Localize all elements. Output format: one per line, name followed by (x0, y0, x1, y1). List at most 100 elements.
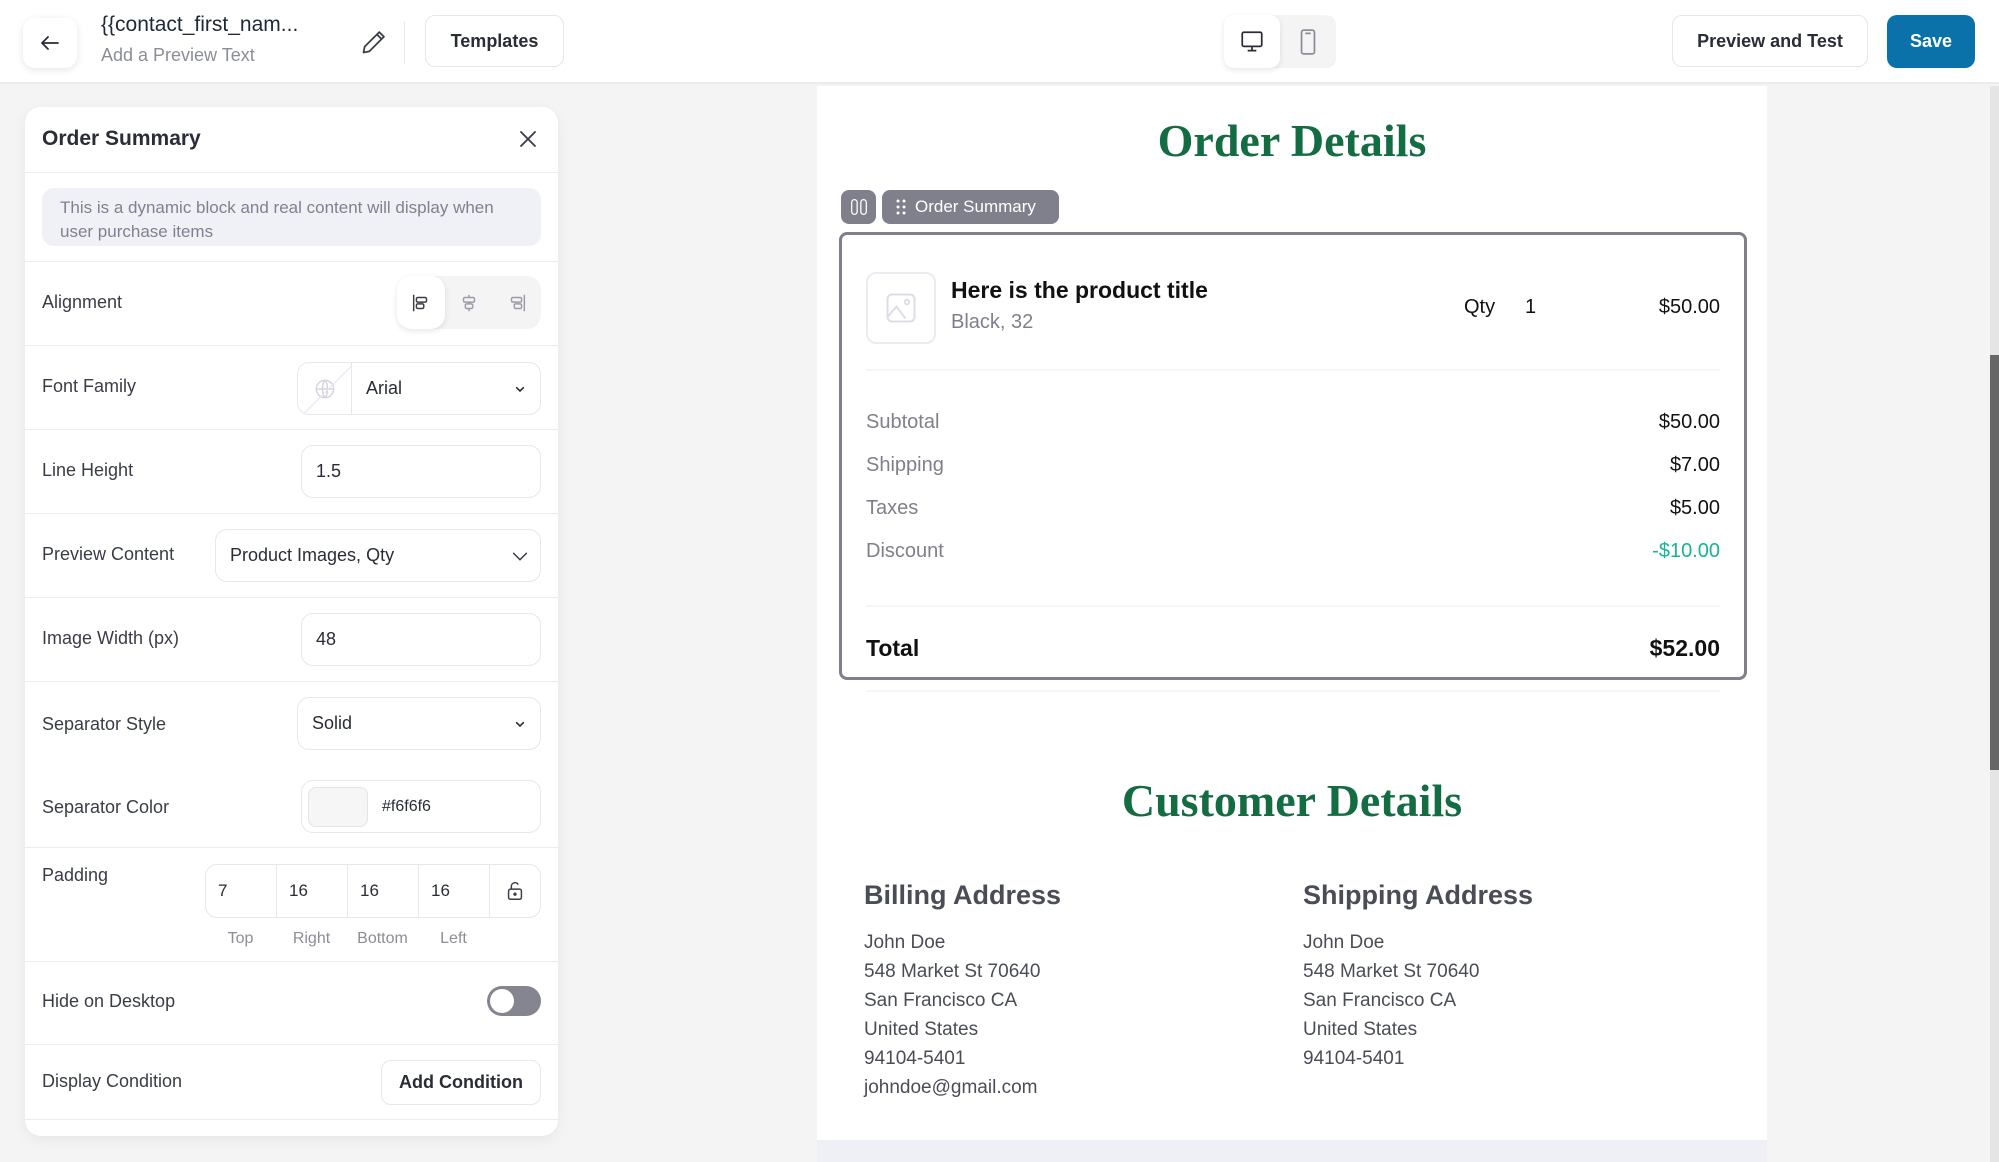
product-price: $50.00 (1658, 296, 1720, 318)
close-icon (520, 131, 536, 147)
customer-details-heading[interactable]: Customer Details (817, 774, 1767, 827)
font-globe-button[interactable] (298, 363, 352, 414)
subtotal-label: Subtotal (866, 411, 940, 433)
shipping-label: Shipping (866, 454, 944, 476)
desktop-view-button[interactable] (1224, 15, 1280, 68)
separator-style-label: Separator Style (42, 714, 167, 734)
drag-handle-icon (896, 199, 906, 215)
taxes-value: $5.00 (1669, 497, 1720, 519)
shipping-city: San Francisco CA (1303, 990, 1457, 1011)
align-left-icon (412, 294, 428, 311)
edit-subject-button[interactable] (360, 28, 388, 56)
align-center-button[interactable] (445, 276, 493, 329)
shipping-value: $7.00 (1669, 454, 1720, 476)
padding-inputs: 7 16 16 16 (205, 864, 541, 918)
qty-value: 1 (1525, 296, 1537, 318)
billing-name: John Doe (864, 932, 946, 953)
align-right-button[interactable] (493, 276, 541, 329)
total-value: $52.00 (1649, 635, 1720, 661)
billing-zip: 94104-5401 (864, 1048, 966, 1069)
hide-desktop-toggle[interactable] (487, 986, 541, 1016)
top-bar: {{contact_first_nam... Add a Preview Tex… (0, 0, 1999, 84)
hide-desktop-row: Hide on Desktop (25, 962, 558, 1045)
billing-address[interactable]: Billing Address John Doe 548 Market St 7… (864, 880, 1061, 1102)
line-height-value: 1.5 (316, 461, 342, 481)
image-width-label: Image Width (px) (42, 628, 180, 648)
separator (866, 369, 1720, 371)
settings-panel: Order Summary This is a dynamic block an… (25, 107, 558, 1136)
shipping-heading: Shipping Address (1303, 880, 1534, 910)
padding-left-input[interactable]: 16 (419, 865, 490, 917)
preview-and-test-button[interactable]: Preview and Test (1672, 15, 1868, 67)
image-width-input[interactable]: 48 (301, 613, 541, 666)
billing-country: United States (864, 1019, 979, 1040)
globe-icon (315, 379, 334, 398)
mobile-icon (1300, 28, 1316, 55)
padding-top-input[interactable]: 7 (206, 865, 277, 917)
preview-content-select[interactable]: Product Images, Qty (215, 529, 541, 582)
shipping-address[interactable]: Shipping Address John Doe 548 Market St … (1303, 880, 1533, 1073)
preview-content-value: Product Images, Qty (230, 545, 395, 565)
email-subject[interactable]: {{contact_first_nam... (101, 13, 298, 37)
padding-lock-button[interactable] (490, 865, 540, 917)
chevron-down-icon (500, 545, 540, 567)
order-details-heading[interactable]: Order Details (817, 114, 1767, 167)
font-family-value: Arial (366, 378, 403, 398)
padding-right-input[interactable]: 16 (277, 865, 348, 917)
arrow-left-icon (41, 36, 59, 50)
shipping-country: United States (1303, 1019, 1418, 1040)
color-swatch[interactable] (308, 786, 368, 827)
pencil-icon (362, 31, 385, 54)
preview-content-label: Preview Content (42, 544, 175, 564)
padding-bottom-input[interactable]: 16 (348, 865, 419, 917)
total-label: Total (866, 635, 920, 661)
alignment-label: Alignment (42, 292, 123, 312)
block-columns-handle[interactable] (841, 190, 876, 224)
separator-style-select[interactable]: Solid (297, 697, 541, 750)
preview-content-row: Preview Content Product Images, Qty (25, 514, 558, 598)
unlock-icon (507, 881, 523, 900)
shipping-street: 548 Market St 70640 (1303, 961, 1480, 982)
line-height-label: Line Height (42, 460, 134, 480)
templates-button[interactable]: Templates (425, 15, 564, 67)
billing-city: San Francisco CA (864, 990, 1018, 1011)
padding-label: Padding (42, 865, 109, 885)
order-summary-block[interactable]: Here is the product title Black, 32 Qty … (839, 232, 1747, 692)
separator-color-input[interactable]: #f6f6f6 (301, 780, 541, 833)
separator-section: Separator Style Solid Separator Color #f… (25, 682, 558, 848)
image-width-row: Image Width (px) 48 (25, 598, 558, 682)
separator-color-value: #f6f6f6 (382, 797, 431, 815)
toggle-knob (490, 989, 514, 1013)
separator (866, 690, 1720, 692)
close-panel-button[interactable] (514, 125, 542, 153)
back-button[interactable] (23, 18, 77, 68)
align-left-button[interactable] (397, 276, 445, 329)
qty-label: Qty (1464, 296, 1496, 318)
preview-text-link[interactable]: Add a Preview Text (101, 45, 255, 66)
panel-header: Order Summary (25, 107, 558, 173)
align-center-icon (462, 294, 476, 311)
font-family-label: Font Family (42, 376, 137, 396)
shipping-name: John Doe (1303, 932, 1385, 953)
chevron-down-icon (500, 381, 540, 397)
billing-email: johndoe@gmail.com (864, 1077, 1038, 1098)
header-divider (404, 22, 405, 64)
dynamic-block-notice: This is a dynamic block and real content… (42, 188, 541, 246)
add-condition-button[interactable]: Add Condition (381, 1060, 541, 1105)
block-tag-order-summary[interactable]: Order Summary (882, 190, 1059, 224)
line-height-input[interactable]: 1.5 (301, 445, 541, 498)
device-toggle (1224, 15, 1336, 68)
subtotal-value: $50.00 (1658, 411, 1720, 433)
font-family-row: Font Family Arial (25, 346, 558, 430)
save-button[interactable]: Save (1887, 15, 1975, 68)
padding-row: Padding 7 16 16 16 Top Right Bottom Left (25, 848, 558, 962)
mobile-view-button[interactable] (1280, 15, 1336, 68)
info-section: This is a dynamic block and real content… (25, 173, 558, 262)
scrollbar-thumb[interactable] (1990, 355, 1999, 770)
discount-value: -$10.00 (1652, 540, 1720, 562)
separator-style-value: Solid (312, 713, 353, 733)
font-family-select[interactable]: Arial (297, 362, 541, 415)
block-tag-label: Order Summary (915, 197, 1036, 216)
columns-icon (850, 199, 867, 215)
padding-right-label: Right (292, 930, 331, 947)
